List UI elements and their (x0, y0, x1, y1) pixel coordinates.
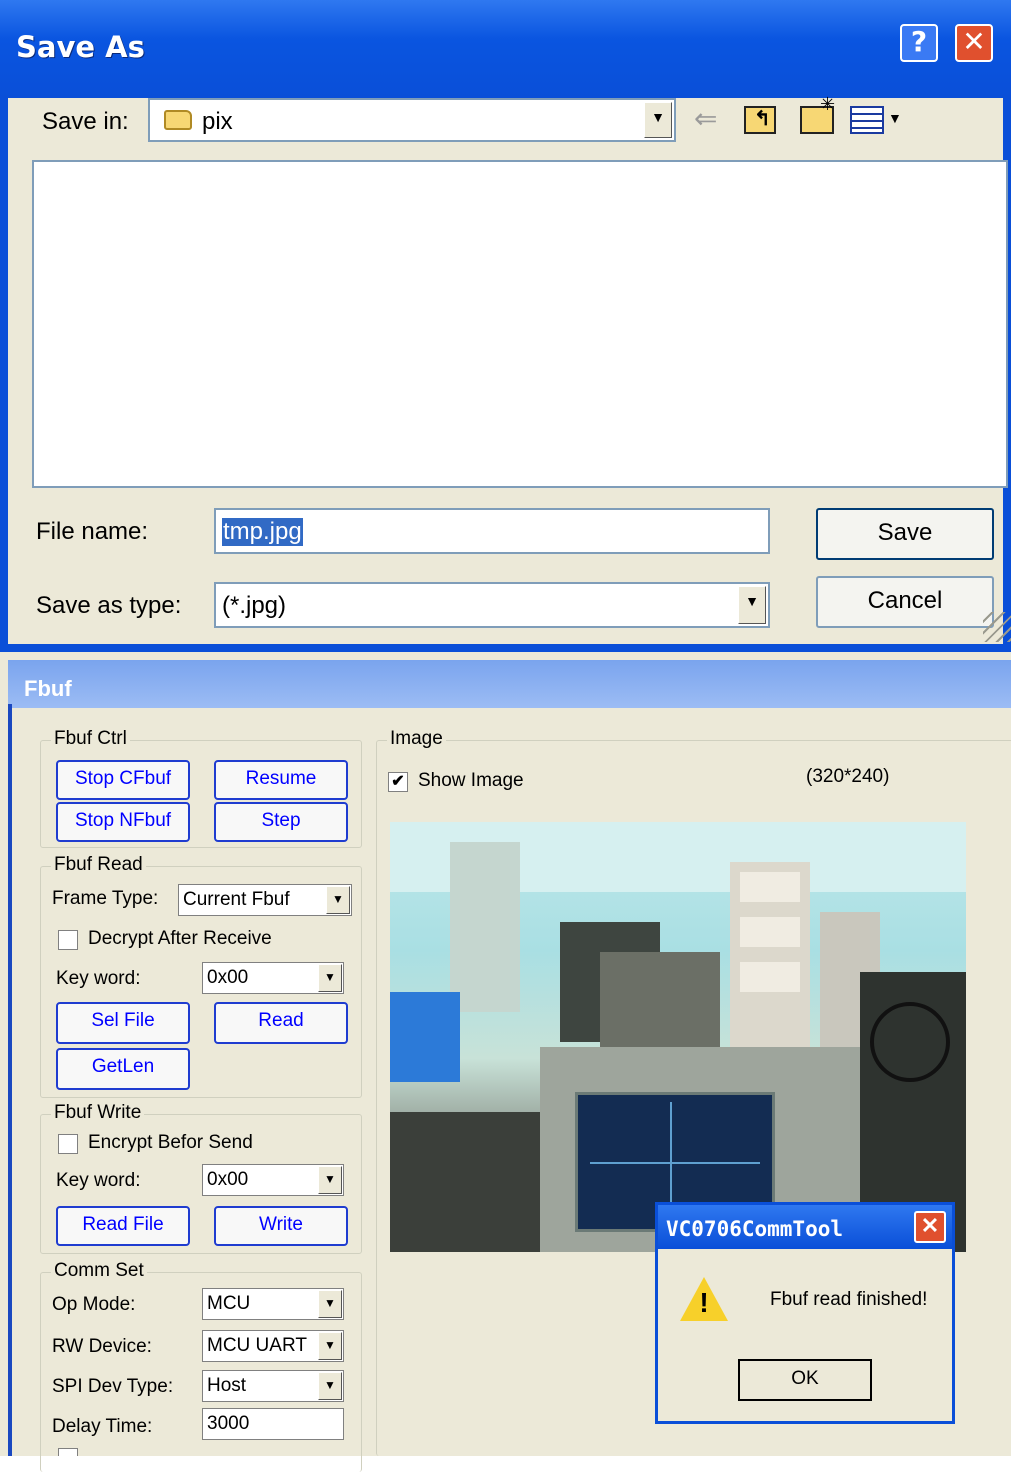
ok-button[interactable]: OK (738, 1359, 872, 1401)
save-as-type-value: (*.jpg) (222, 592, 287, 619)
resume-button[interactable]: Resume (214, 760, 348, 800)
chevron-down-icon[interactable]: ▼ (318, 1372, 342, 1400)
file-name-input[interactable]: tmp.jpg (214, 508, 770, 554)
warning-icon-mark: ! (699, 1287, 709, 1318)
chevron-down-icon[interactable]: ▼ (738, 586, 766, 624)
spi-dev-type-value: Host (207, 1375, 247, 1396)
fbuf-title: Fbuf (24, 676, 72, 701)
resize-grip-icon[interactable] (983, 612, 1011, 642)
read-file-label: Read File (82, 1214, 164, 1235)
cancel-button[interactable]: Cancel (816, 576, 994, 628)
show-image-checkbox[interactable]: ✔ (388, 772, 408, 792)
save-as-type-combo[interactable]: (*.jpg) ▼ (214, 582, 770, 628)
close-button[interactable]: ✕ (955, 24, 993, 62)
delay-time-input[interactable]: 3000 (202, 1408, 344, 1440)
save-in-label: Save in: (42, 108, 129, 135)
chevron-down-icon[interactable]: ▼ (644, 102, 672, 138)
op-mode-select[interactable]: MCU ▼ (202, 1288, 344, 1320)
stop-cfbuf-label: Stop CFbuf (74, 768, 172, 789)
dialog-title: Save As (16, 30, 145, 64)
key-word-label: Key word: (56, 968, 141, 989)
rw-device-value: MCU UART (207, 1335, 307, 1356)
chevron-down-icon[interactable]: ▼ (318, 1290, 342, 1318)
key-word-label: Key word: (56, 1170, 141, 1191)
group-title: Image (387, 728, 446, 750)
save-as-dialog: Save As ? ✕ Save in: pix ▼ ⇐ ↰ ✳ ▼ File … (0, 0, 1011, 652)
getlen-label: GetLen (91, 1056, 155, 1077)
read-button[interactable]: Read (214, 1002, 348, 1044)
fbuf-titlebar[interactable]: Fbuf (8, 660, 1011, 708)
group-title: Fbuf Ctrl (51, 728, 130, 750)
encrypt-label: Encrypt Befor Send (88, 1132, 253, 1153)
file-name-label: File name: (36, 518, 149, 545)
group-title: Fbuf Read (51, 854, 146, 876)
frame-type-value: Current Fbuf (183, 889, 290, 910)
frame-type-select[interactable]: Current Fbuf ▼ (178, 884, 352, 916)
step-label: Step (261, 810, 301, 831)
rw-device-select[interactable]: MCU UART ▼ (202, 1330, 344, 1362)
save-in-combo[interactable]: pix ▼ (148, 98, 676, 142)
decrypt-label: Decrypt After Receive (88, 928, 272, 949)
chevron-down-icon[interactable]: ▼ (326, 886, 350, 914)
spi-dev-type-label: SPI Dev Type: (52, 1376, 174, 1397)
folder-icon (164, 110, 192, 130)
read-label: Read (258, 1010, 304, 1031)
getlen-button[interactable]: GetLen (56, 1048, 190, 1090)
message-box-titlebar[interactable]: VC0706CommTool ✕ (658, 1205, 952, 1249)
chevron-down-icon[interactable]: ▼ (318, 1332, 342, 1360)
save-button[interactable]: Save (816, 508, 994, 560)
stop-nfbuf-button[interactable]: Stop NFbuf (56, 802, 190, 842)
back-arrow-icon[interactable]: ⇐ (694, 104, 717, 134)
read-key-word-select[interactable]: 0x00 ▼ (202, 962, 344, 994)
group-title: Fbuf Write (51, 1102, 145, 1124)
write-button[interactable]: Write (214, 1206, 348, 1246)
message-box-title: VC0706CommTool (666, 1217, 844, 1241)
decrypt-checkbox[interactable] (58, 930, 78, 950)
stop-nfbuf-label: Stop NFbuf (74, 810, 172, 831)
help-button[interactable]: ? (900, 24, 938, 62)
spi-dev-type-select[interactable]: Host ▼ (202, 1370, 344, 1402)
up-folder-icon[interactable]: ↰ (744, 106, 776, 134)
sel-file-label: Sel File (91, 1010, 155, 1031)
delay-time-label: Delay Time: (52, 1416, 153, 1437)
frame-type-label: Frame Type: (52, 888, 159, 909)
delay-time-value: 3000 (207, 1413, 250, 1434)
rw-device-label: RW Device: (52, 1336, 152, 1357)
save-as-titlebar[interactable]: Save As ? ✕ (0, 0, 1011, 98)
stop-cfbuf-button[interactable]: Stop CFbuf (56, 760, 190, 800)
chevron-down-icon[interactable]: ▼ (318, 964, 342, 992)
resume-label: Resume (245, 768, 317, 789)
camera-image (390, 822, 966, 1252)
write-key-word-value: 0x00 (207, 1169, 249, 1190)
partial-checkbox[interactable] (58, 1448, 78, 1456)
new-folder-icon[interactable]: ✳ (800, 94, 835, 134)
show-image-label: Show Image (418, 770, 524, 791)
read-file-button[interactable]: Read File (56, 1206, 190, 1246)
encrypt-checkbox[interactable] (58, 1134, 78, 1154)
write-key-word-select[interactable]: 0x00 ▼ (202, 1164, 344, 1196)
sel-file-button[interactable]: Sel File (56, 1002, 190, 1044)
op-mode-value: MCU (207, 1293, 251, 1314)
step-button[interactable]: Step (214, 802, 348, 842)
window-border (8, 704, 12, 1456)
file-name-value: tmp.jpg (222, 518, 303, 546)
message-box-close-button[interactable]: ✕ (914, 1211, 946, 1243)
read-key-word-value: 0x00 (207, 967, 249, 988)
message-box: VC0706CommTool ✕ ! Fbuf read finished! O… (655, 1202, 955, 1424)
message-text: Fbuf read finished! (770, 1289, 928, 1310)
chevron-down-icon[interactable]: ▼ (318, 1166, 342, 1194)
save-in-value: pix (202, 108, 233, 135)
file-list[interactable] (32, 160, 1008, 488)
resolution-label: (320*240) (806, 766, 890, 787)
group-title: Comm Set (51, 1260, 147, 1282)
write-label: Write (259, 1214, 303, 1235)
save-as-type-label: Save as type: (36, 592, 182, 619)
op-mode-label: Op Mode: (52, 1294, 136, 1315)
view-menu-icon[interactable]: ▼ (850, 106, 904, 134)
